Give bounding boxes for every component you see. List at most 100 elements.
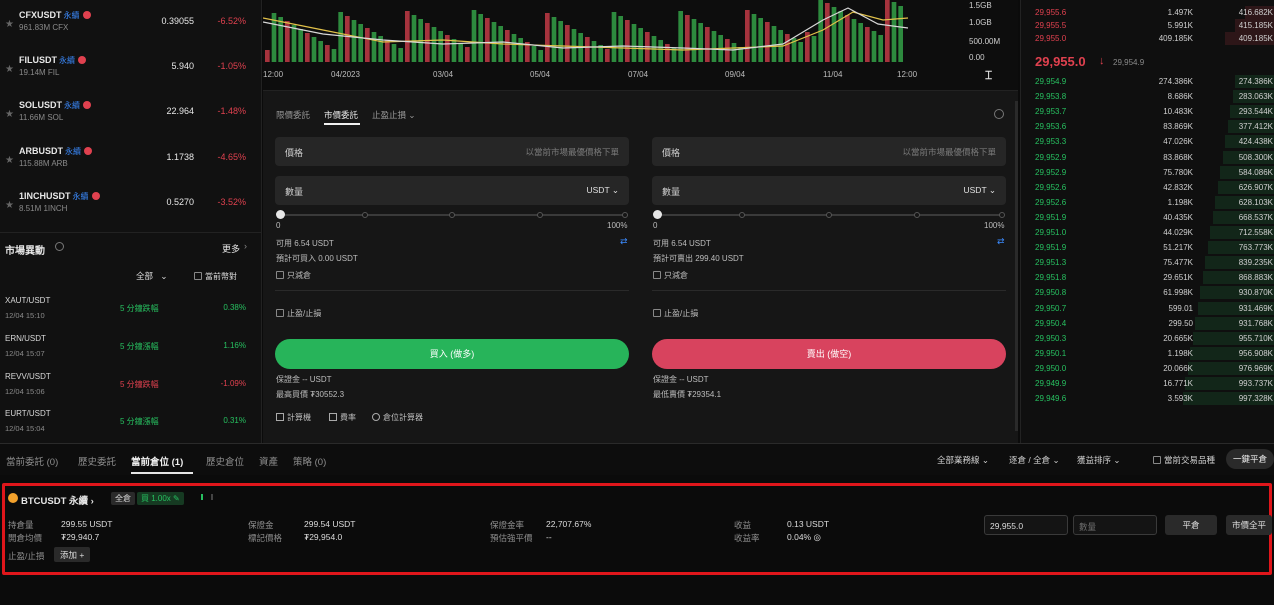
- market-row[interactable]: ★ ARBUSDT 永續 115.88M ARB 1.1738 -4.65%: [0, 136, 256, 180]
- bid-row[interactable]: 29,953.6 83.869K 377.412K: [1021, 119, 1274, 134]
- market-row[interactable]: ★ CFXUSDT 永續 961.83M CFX 0.39055 -6.52%: [0, 0, 256, 44]
- bid-row[interactable]: 29,950.0 20.066K 976.969K: [1021, 361, 1274, 376]
- sell-tpsl-checkbox[interactable]: 止盈/止損: [653, 308, 698, 319]
- buy-long-button[interactable]: 買入 (做多): [275, 339, 629, 369]
- slider-stop[interactable]: [999, 212, 1005, 218]
- bottom-tab[interactable]: 當前委託 (0): [6, 454, 58, 468]
- bid-row[interactable]: 29,950.3 20.665K 955.710K: [1021, 331, 1274, 346]
- transfer-icon[interactable]: ⇄: [620, 236, 628, 247]
- transfer-icon[interactable]: ⇄: [997, 236, 1005, 247]
- buy-quantity-field[interactable]: 數量 USDT ⌄: [275, 176, 629, 205]
- buy-percent-slider[interactable]: [276, 209, 628, 221]
- buy-tpsl-checkbox[interactable]: 止盈/止損: [276, 308, 321, 319]
- position-calculator-button[interactable]: 倉位計算器: [372, 412, 423, 423]
- slider-stop[interactable]: [449, 212, 455, 218]
- market-row[interactable]: ★ SOLUSDT 永續 11.66M SOL 22.964 -1.48%: [0, 90, 256, 134]
- help-icon[interactable]: [994, 109, 1004, 119]
- star-icon[interactable]: ★: [5, 155, 14, 166]
- bottom-tab[interactable]: 資產: [259, 454, 278, 468]
- price-chart[interactable]: 12:00 04/2023 03/04 05/04 07/04 09/04 11/04 12:…: [262, 0, 1018, 90]
- bid-row[interactable]: 29,952.9 75.780K 584.086K: [1021, 165, 1274, 180]
- sort-filter[interactable]: 獲益排序 ⌄: [1077, 454, 1121, 466]
- tab-market-order[interactable]: 市價委託: [324, 109, 358, 121]
- close-qty-input[interactable]: 數量: [1073, 515, 1157, 535]
- bid-row[interactable]: 29,950.8 61.998K 930.870K: [1021, 285, 1274, 300]
- slider-handle[interactable]: [653, 210, 662, 219]
- sell-percent-slider[interactable]: [653, 209, 1005, 221]
- calculator-button[interactable]: 計算機: [276, 412, 311, 423]
- info-icon[interactable]: [55, 242, 64, 251]
- bid-row[interactable]: 29,952.9 83.868K 508.300K: [1021, 150, 1274, 165]
- buy-reduce-only-checkbox[interactable]: 只減倉: [276, 270, 311, 281]
- fee-rate-button[interactable]: 費率: [329, 412, 356, 423]
- mover-row[interactable]: EURT/USDT 12/04 15:04 5 分鐘漲幅 0.31%: [0, 404, 256, 442]
- ask-row[interactable]: 29,955.0 409.185K 409.185K: [1021, 31, 1274, 46]
- leverage-badge[interactable]: 買 1.00x ✎: [137, 492, 184, 505]
- bid-row[interactable]: 29,951.9 40.435K 668.537K: [1021, 210, 1274, 225]
- position-symbol[interactable]: BTCUSDT 永續 ›: [21, 493, 94, 507]
- margin-mode-filter[interactable]: 逐倉 / 全倉 ⌄: [1009, 454, 1060, 466]
- bid-row[interactable]: 29,951.0 44.029K 712.558K: [1021, 225, 1274, 240]
- sell-short-button[interactable]: 賣出 (做空): [652, 339, 1006, 369]
- tab-tpsl-order[interactable]: 止盈止損 ⌄: [372, 109, 416, 121]
- share-icon[interactable]: ◎: [813, 532, 820, 542]
- sell-price-field[interactable]: 價格 以當前市場最優價格下單: [652, 137, 1006, 166]
- slider-stop[interactable]: [362, 212, 368, 218]
- chevron-down-icon: ⌄: [1113, 455, 1121, 465]
- buy-unit-select[interactable]: USDT ⌄: [587, 185, 620, 196]
- slider-stop[interactable]: [537, 212, 543, 218]
- close-position-button[interactable]: 平倉: [1165, 515, 1217, 535]
- mover-row[interactable]: ERN/USDT 12/04 15:07 5 分鐘漲幅 1.16%: [0, 329, 256, 367]
- bid-row[interactable]: 29,953.8 8.686K 283.063K: [1021, 89, 1274, 104]
- bottom-tab[interactable]: 歷史倉位: [206, 454, 244, 468]
- bid-row[interactable]: 29,949.9 16.771K 993.737K: [1021, 376, 1274, 391]
- scrollbar[interactable]: [1015, 101, 1018, 431]
- bid-row[interactable]: 29,953.7 10.483K 293.544K: [1021, 104, 1274, 119]
- bottom-tab[interactable]: 歷史委託: [78, 454, 116, 468]
- bottom-tab[interactable]: 當前倉位 (1): [131, 454, 183, 468]
- star-icon[interactable]: ★: [5, 64, 14, 75]
- mover-row[interactable]: XAUT/USDT 12/04 15:10 5 分鐘跌幅 0.38%: [0, 291, 256, 329]
- bid-row[interactable]: 29,952.6 1.198K 628.103K: [1021, 195, 1274, 210]
- bid-row[interactable]: 29,950.1 1.198K 956.908K: [1021, 346, 1274, 361]
- slider-stop[interactable]: [914, 212, 920, 218]
- add-tpsl-button[interactable]: 添加 +: [54, 547, 91, 562]
- bid-row[interactable]: 29,949.6 3.593K 997.328K: [1021, 391, 1274, 406]
- close-all-button[interactable]: 一鍵平倉: [1226, 449, 1274, 469]
- more-link[interactable]: 更多: [222, 242, 240, 255]
- buy-price-field[interactable]: 價格 以當前市場最優價格下單: [275, 137, 629, 166]
- perpetual-tag: 永續: [72, 192, 89, 201]
- bid-row[interactable]: 29,954.9 274.386K 274.386K: [1021, 74, 1274, 89]
- bid-row[interactable]: 29,952.6 42.832K 626.907K: [1021, 180, 1274, 195]
- bid-row[interactable]: 29,951.3 75.477K 839.235K: [1021, 255, 1274, 270]
- bid-row[interactable]: 29,950.4 299.50 931.768K: [1021, 316, 1274, 331]
- close-price-input[interactable]: 29,955.0: [984, 515, 1068, 535]
- slider-handle[interactable]: [276, 210, 285, 219]
- slider-stop[interactable]: [622, 212, 628, 218]
- sell-reduce-only-checkbox[interactable]: 只減倉: [653, 270, 688, 281]
- market-row[interactable]: ★ 1INCHUSDT 永續 8.51M 1INCH 0.5270 -3.52%: [0, 181, 256, 225]
- bottom-tab[interactable]: 策略 (0): [293, 454, 326, 468]
- mover-row[interactable]: REVV/USDT 12/04 15:06 5 分鐘跌幅 -1.09%: [0, 367, 256, 405]
- bid-row[interactable]: 29,951.8 29.651K 868.883K: [1021, 270, 1274, 285]
- crosshair-icon[interactable]: ⌶: [985, 68, 992, 83]
- bid-row[interactable]: 29,951.9 51.217K 763.773K: [1021, 240, 1274, 255]
- movers-filter-dropdown[interactable]: 全部 ⌄: [136, 270, 168, 282]
- market-row[interactable]: ★ FILUSDT 永續 19.14M FIL 5.940 -1.05%: [0, 45, 256, 89]
- bid-row[interactable]: 29,950.7 599.01 931.469K: [1021, 301, 1274, 316]
- star-icon[interactable]: ★: [5, 109, 14, 120]
- current-symbol-checkbox[interactable]: 當前交易品種: [1153, 454, 1215, 466]
- sell-unit-select[interactable]: USDT ⌄: [964, 185, 997, 196]
- current-pair-checkbox[interactable]: 當前幣對: [194, 271, 237, 282]
- slider-stop[interactable]: [739, 212, 745, 218]
- tab-limit-order[interactable]: 限價委託: [276, 109, 310, 121]
- sell-quantity-field[interactable]: 數量 USDT ⌄: [652, 176, 1006, 205]
- business-line-filter[interactable]: 全部業務線 ⌄: [937, 454, 989, 466]
- chart-canvas[interactable]: 12:00 04/2023 03/04 05/04 07/04 09/04 11/04 12:…: [262, 0, 1018, 90]
- slider-stop[interactable]: [826, 212, 832, 218]
- fee-rate-label: 費率: [340, 413, 356, 422]
- star-icon[interactable]: ★: [5, 200, 14, 211]
- bid-row[interactable]: 29,953.3 47.026K 424.438K: [1021, 134, 1274, 149]
- market-close-button[interactable]: 市價全平: [1226, 515, 1272, 535]
- star-icon[interactable]: ★: [5, 19, 14, 30]
